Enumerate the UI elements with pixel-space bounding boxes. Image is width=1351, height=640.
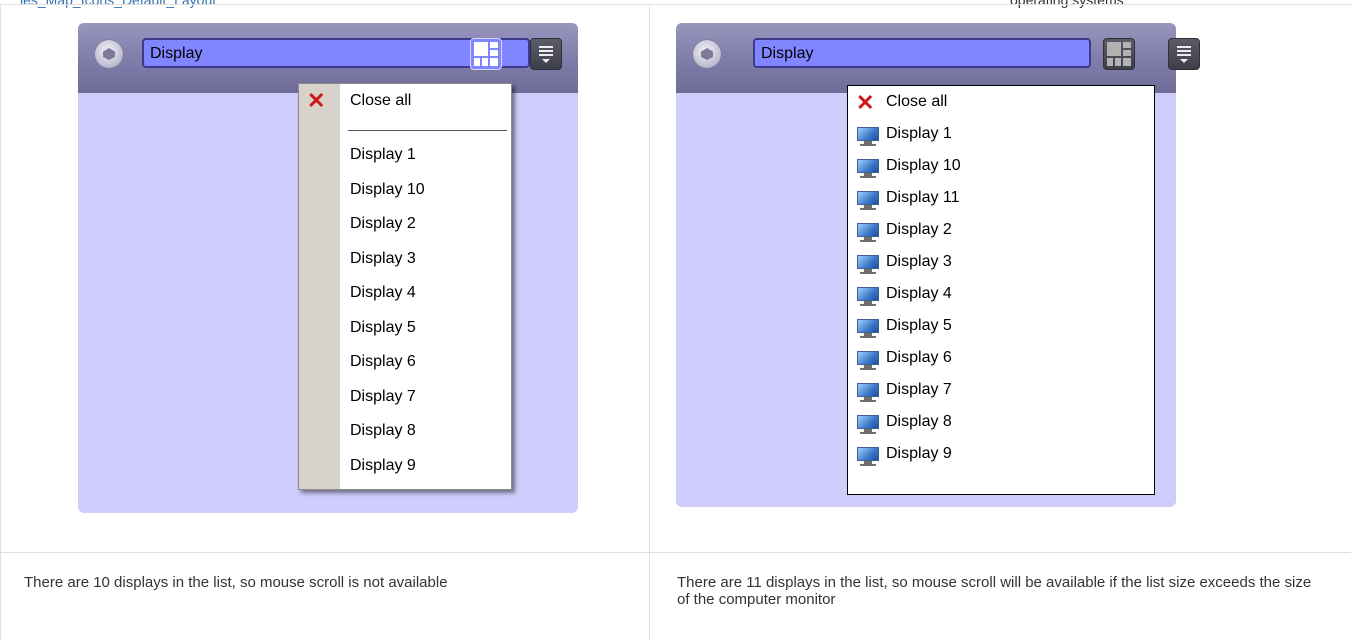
display-dropdown-list: ✕ Close all Display 1 Display 10 Display 1… [847, 85, 1155, 495]
close-all-item[interactable]: Close all [350, 92, 411, 110]
monitor-icon [856, 351, 881, 370]
right-panel: Display ✕ Close all Display 1 Display 10 D… [676, 23, 1200, 507]
axxon-logo-icon[interactable] [94, 39, 124, 69]
list-item[interactable]: Display 7 [350, 388, 416, 406]
field-value: Display [761, 45, 814, 62]
list-item[interactable]: Display 10 [350, 181, 425, 199]
list-item-label: Display 7 [886, 381, 952, 398]
monitor-icon [856, 415, 881, 434]
list-item-label: Display 9 [886, 445, 952, 462]
list-item[interactable]: Display 9 [350, 457, 416, 475]
list-item[interactable]: Display 6 [350, 353, 416, 371]
axxon-logo-icon[interactable] [692, 39, 722, 69]
list-item-label: Display 3 [886, 253, 952, 270]
monitor-icon [856, 447, 881, 466]
display-select-field[interactable]: Display [753, 38, 1091, 68]
menu-list-icon[interactable] [1168, 38, 1200, 70]
list-item-label: Display 6 [886, 349, 952, 366]
list-item[interactable]: Display 8 [350, 422, 416, 440]
close-x-icon: ✕ [307, 88, 326, 113]
menu-list-icon[interactable] [530, 38, 562, 70]
list-item[interactable]: Display 5 [350, 319, 416, 337]
list-item-label: Display 1 [886, 125, 952, 142]
left-caption: There are 10 displays in the list, so mo… [24, 574, 448, 591]
right-caption: There are 11 displays in the list, so mo… [677, 574, 1312, 608]
left-panel: Display ✕ Close all Display 1 Display 10 D… [78, 23, 578, 513]
list-item-label: Display 10 [886, 157, 961, 174]
menu-separator [348, 130, 507, 131]
list-item[interactable]: Display 2 [350, 215, 416, 233]
list-item-label: Display 2 [886, 221, 952, 238]
field-value: Display [150, 45, 203, 62]
display-dropdown-menu: ✕ Close all Display 1 Display 10 Display 2… [298, 83, 512, 490]
monitor-icon [856, 223, 881, 242]
layout-grid-icon[interactable] [470, 38, 502, 70]
monitor-icon [856, 127, 881, 146]
list-item-label: Display 8 [886, 413, 952, 430]
list-item[interactable]: Display 4 [350, 284, 416, 302]
monitor-icon [856, 383, 881, 402]
list-item[interactable]: Display 1 [350, 146, 416, 164]
monitor-icon [856, 159, 881, 178]
monitor-icon [856, 255, 881, 274]
monitor-icon [856, 191, 881, 210]
monitor-icon [856, 319, 881, 338]
list-item-label: Display 4 [886, 285, 952, 302]
list-item-label: Display 5 [886, 317, 952, 334]
layout-grid-icon[interactable] [1103, 38, 1135, 70]
close-x-icon: ✕ [856, 90, 875, 115]
list-item[interactable]: Display 3 [350, 250, 416, 268]
monitor-icon [856, 287, 881, 306]
menu-gutter [299, 84, 340, 489]
list-item-label: Display 11 [886, 189, 960, 206]
